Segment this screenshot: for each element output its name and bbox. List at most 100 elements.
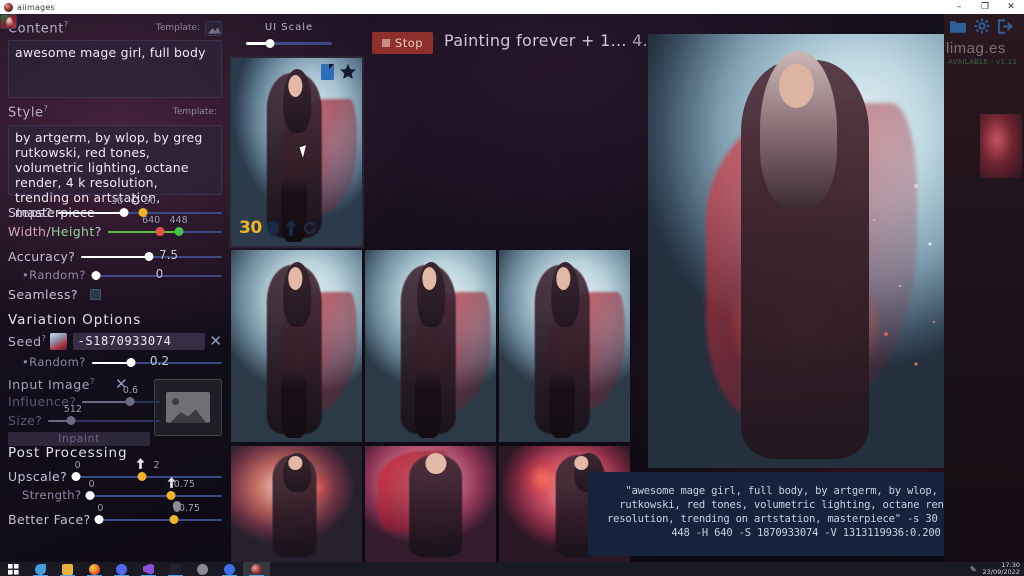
main-preview-image[interactable] <box>648 34 968 468</box>
style-template-label: Template: <box>172 107 217 118</box>
input-image-preview[interactable] <box>154 378 222 436</box>
gallery-item[interactable] <box>365 446 496 562</box>
gallery-item[interactable] <box>231 446 362 562</box>
gear-icon[interactable] <box>974 18 990 34</box>
size-label: Width/Height? <box>8 223 102 239</box>
upscale-track[interactable]: 0 2 <box>71 457 222 486</box>
taskbar-github[interactable] <box>189 562 216 576</box>
pen-icon[interactable]: ✎ <box>970 565 977 574</box>
strength-track[interactable]: 0 0.75 <box>85 476 222 505</box>
upscale-label: Upscale? <box>8 468 68 484</box>
strength-label: Strength? <box>22 488 82 503</box>
close-button[interactable]: ✕ <box>998 0 1024 14</box>
taskbar-file-explorer[interactable] <box>54 562 81 576</box>
better-face-min: 0 <box>97 502 104 514</box>
folder-icon[interactable] <box>950 20 966 33</box>
document-icon[interactable] <box>321 64 334 80</box>
app-icon <box>4 2 13 12</box>
app-window: Content? Template: awesome mage girl, fu… <box>0 14 1024 562</box>
settings-sidebar: Content? Template: awesome mage girl, fu… <box>0 14 230 562</box>
gallery-item[interactable] <box>365 250 496 442</box>
height-value: 448 <box>169 214 188 226</box>
taskbar-bulb[interactable] <box>216 562 243 576</box>
seed-thumbnail-icon[interactable] <box>49 332 67 350</box>
thumbnail-overlay-top[interactable] <box>321 64 356 80</box>
accuracy-track[interactable]: 7.5 <box>81 247 222 266</box>
taskbar-mail[interactable] <box>27 562 54 576</box>
start-button[interactable] <box>0 562 27 576</box>
style-input[interactable]: by artgerm, by wlop, by greg rutkowski, … <box>8 124 222 220</box>
seamless-checkbox[interactable] <box>89 288 101 300</box>
seed-clear-icon[interactable]: ✕ <box>209 333 222 349</box>
seed-input[interactable]: -S1870933074 <box>72 332 206 350</box>
accuracy-slider-row[interactable]: Accuracy? 7.5 <box>8 247 222 266</box>
size-slider-row[interactable]: Width/Height? 640 448 <box>8 215 222 241</box>
web-app-thumbnail[interactable] <box>980 114 1022 178</box>
palette-icon <box>251 563 262 575</box>
up-arrow-icon[interactable] <box>284 220 298 236</box>
face-icon <box>172 500 181 512</box>
steps-label: Steps? <box>8 204 53 220</box>
thumbnail-image <box>499 250 630 442</box>
star-icon[interactable] <box>340 64 356 80</box>
logout-icon[interactable] <box>998 18 1014 34</box>
accuracy-label: Accuracy? <box>8 248 76 264</box>
input-size-track[interactable]: 512 <box>48 404 160 430</box>
minimize-button[interactable]: – <box>946 0 972 14</box>
input-size-slider-row[interactable]: Size? 512 <box>8 404 160 430</box>
share-icon <box>170 563 181 575</box>
seed-row[interactable]: Seed? -S1870933074 ✕ <box>8 332 222 350</box>
windows-logo-icon <box>8 563 19 575</box>
taskbar-share[interactable] <box>162 562 189 576</box>
thumbnail-image <box>365 250 496 442</box>
gallery-item[interactable] <box>499 250 630 442</box>
seed-random-track[interactable]: 0.2 <box>91 353 222 372</box>
window-controls: – ❐ ✕ <box>946 0 1024 14</box>
input-size-label: Size? <box>8 412 43 428</box>
artwork-thumbnail-icon[interactable] <box>0 14 17 29</box>
influence-track[interactable]: 0.6 <box>82 385 160 411</box>
maximize-button[interactable]: ❐ <box>972 0 998 14</box>
accuracy-random-track[interactable]: 0 <box>91 266 222 285</box>
refresh-icon[interactable] <box>302 220 318 236</box>
gallery-item[interactable] <box>231 250 362 442</box>
steps-track[interactable]: 30 50 <box>58 196 222 222</box>
better-face-track[interactable]: 0 0.75 <box>94 500 222 529</box>
input-image-label: Input Image? <box>8 376 95 392</box>
seed-random-slider-row[interactable]: •Random? 0.2 <box>8 353 222 372</box>
style-header: Style? Template: <box>0 14 222 121</box>
better-face-value: 0.75 <box>178 502 200 514</box>
clock-date: 23/09/2022 <box>982 568 1020 576</box>
inpaint-button[interactable]: Inpaint <box>8 431 150 446</box>
web-app-toolbar <box>950 18 1014 34</box>
image-placeholder-icon[interactable] <box>205 20 222 36</box>
content-input[interactable]: awesome mage girl, full body <box>8 40 222 99</box>
gallery-item-selected[interactable]: 30 <box>229 56 364 248</box>
better-face-slider-row[interactable]: Better Face? 0 0.75 <box>8 500 222 529</box>
steps-slider-row[interactable]: Steps? 30 50 <box>8 196 222 222</box>
seamless-row[interactable]: Seamless? <box>8 285 222 304</box>
size-track[interactable]: 640 448 <box>107 215 222 241</box>
variation-options-header: Variation Options <box>8 311 142 328</box>
seed-label: Seed? <box>8 333 47 349</box>
steps-value-right: 50 <box>143 195 156 207</box>
image-gallery: 30 <box>229 44 630 562</box>
taskbar-firefox[interactable] <box>81 562 108 576</box>
taskbar-clock[interactable]: 17:30 23/09/2022 <box>983 562 1020 576</box>
face-icon[interactable] <box>266 220 280 236</box>
upscale-value: 2 <box>153 459 160 471</box>
folder-icon <box>62 563 73 575</box>
window-titlebar: aiimages – ❐ ✕ <box>0 0 1024 14</box>
windows-taskbar: ✎ 17:30 23/09/2022 <box>0 562 1024 576</box>
firefox-icon <box>89 563 100 575</box>
taskbar-aiimages[interactable] <box>243 562 270 576</box>
thumbnail-image <box>365 446 496 562</box>
steps-badge: 30 <box>239 218 262 238</box>
accuracy-random-slider-row[interactable]: •Random? 0 <box>8 266 222 285</box>
influence-slider-row[interactable]: Influence? 0.6 <box>8 385 160 411</box>
thumbnail-overlay-bottom[interactable]: 30 <box>239 218 318 238</box>
upscale-min: 0 <box>74 459 81 471</box>
up-arrow-icon <box>136 457 145 469</box>
taskbar-vscode[interactable] <box>135 562 162 576</box>
taskbar-discord[interactable] <box>108 562 135 576</box>
